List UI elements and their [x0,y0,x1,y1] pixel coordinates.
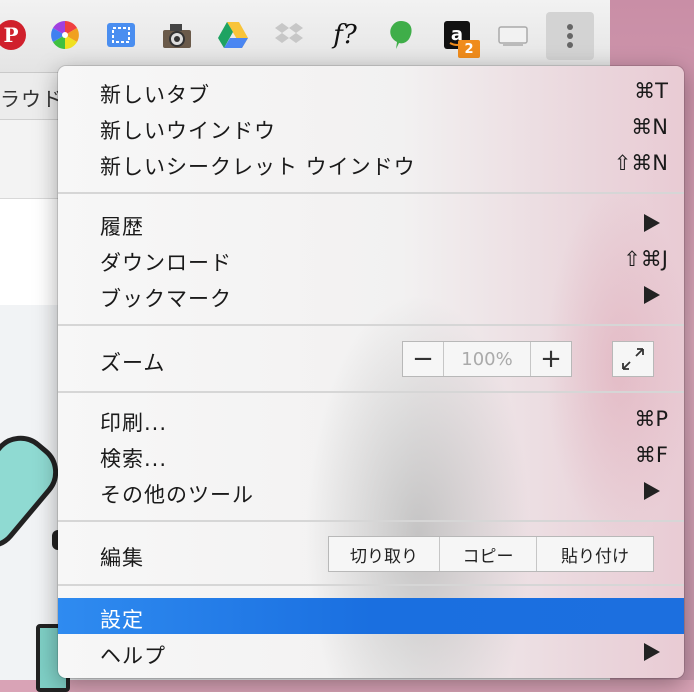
menu-item-label: 印刷... [100,411,168,435]
menu-item-shortcut: ⇧⌘J [623,247,668,271]
menu-item-new-window[interactable]: 新しいウインドウ ⌘N [58,109,684,145]
menu-separator [58,324,684,326]
menu-item-new-tab[interactable]: 新しいタブ ⌘T [58,73,684,109]
fullscreen-button[interactable] [612,341,654,377]
font-finder-icon[interactable]: f? [328,18,362,52]
menu-item-history[interactable]: 履歴 [58,205,684,241]
amazon-badge: 2 [458,40,480,58]
menu-item-bookmarks[interactable]: ブックマーク [58,277,684,313]
menu-item-label: 新しいウインドウ [100,119,276,143]
menu-item-label: ヘルプ [100,644,166,668]
menu-separator [58,391,684,393]
menu-item-new-incognito-window[interactable]: 新しいシークレット ウインドウ ⇧⌘N [58,145,684,181]
menu-item-shortcut: ⌘N [631,115,668,139]
menu-item-label: ブックマーク [100,287,232,311]
fullscreen-icon [622,348,644,370]
dropbox-icon[interactable] [272,18,306,52]
paste-button[interactable]: 貼り付け [536,537,653,571]
more-vertical-icon[interactable] [546,12,594,60]
menu-item-label: 新しいタブ [100,83,210,107]
menu-item-edit: 編集 切り取り コピー 貼り付け [58,532,684,576]
google-drive-icon[interactable] [216,18,250,52]
window-resizer-icon[interactable] [104,18,138,52]
evernote-leaf-icon[interactable] [384,18,418,52]
menu-item-find[interactable]: 検索... ⌘F [58,437,684,473]
copy-button[interactable]: コピー [439,537,536,571]
browser-toolbar: P f? a 2 [0,0,610,73]
menu-item-more-tools[interactable]: その他のツール [58,473,684,509]
camera-icon[interactable] [160,18,194,52]
menu-item-label: ダウンロード [100,251,232,275]
zoom-controls: − 100% + [402,341,572,377]
menu-separator [58,520,684,522]
screen-capture-icon[interactable] [496,18,530,52]
submenu-arrow-icon [644,214,660,232]
menu-item-label: 新しいシークレット ウインドウ [100,155,416,179]
menu-item-label: 検索... [100,447,168,471]
menu-item-shortcut: ⇧⌘N [613,151,668,175]
color-wheel-icon[interactable] [48,18,82,52]
zoom-level: 100% [443,342,531,376]
zoom-in-button[interactable]: + [531,342,571,376]
edit-label: 編集 [100,546,144,570]
submenu-arrow-icon [644,286,660,304]
submenu-arrow-icon [644,482,660,500]
menu-item-print[interactable]: 印刷... ⌘P [58,401,684,437]
pinterest-icon[interactable]: P [0,18,28,52]
bookmark-item-partial[interactable]: ラウド [0,83,63,112]
menu-item-label: 設定 [100,608,144,632]
menu-separator [58,192,684,194]
zoom-label: ズーム [100,351,166,375]
cut-button[interactable]: 切り取り [329,537,439,571]
menu-item-settings[interactable]: 設定 [58,598,684,634]
menu-item-label: 履歴 [100,215,144,239]
menu-item-downloads[interactable]: ダウンロード ⇧⌘J [58,241,684,277]
menu-item-shortcut: ⌘F [634,443,668,467]
zoom-out-button[interactable]: − [403,342,443,376]
svg-text:P: P [3,23,18,47]
menu-item-shortcut: ⌘P [634,407,668,431]
menu-item-zoom: ズーム − 100% + [58,339,684,379]
chrome-main-menu: 新しいタブ ⌘T 新しいウインドウ ⌘N 新しいシークレット ウインドウ ⇧⌘N… [58,66,684,678]
menu-item-label: その他のツール [100,483,254,507]
edit-controls: 切り取り コピー 貼り付け [328,536,654,572]
font-finder-glyph: f? [333,20,357,50]
menu-item-shortcut: ⌘T [634,79,668,103]
submenu-arrow-icon [644,643,660,661]
menu-item-help[interactable]: ヘルプ [58,634,684,670]
menu-separator [58,584,684,586]
